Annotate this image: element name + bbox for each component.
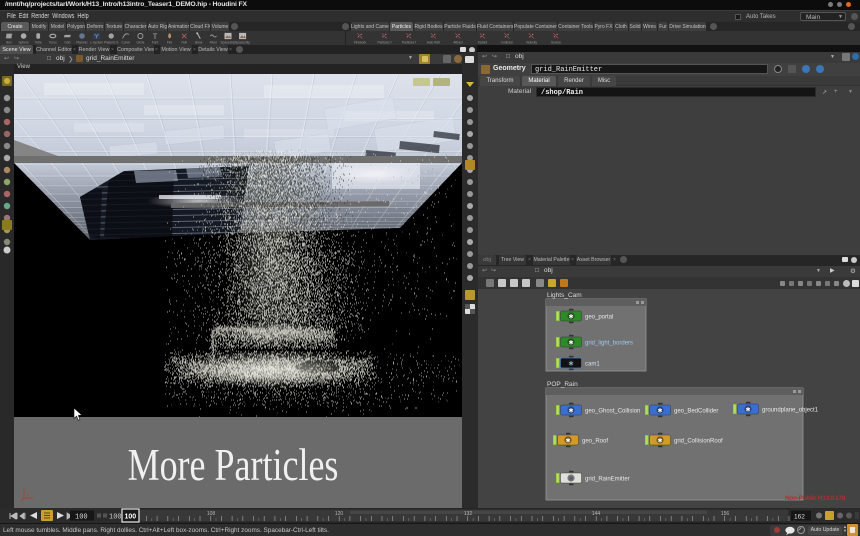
svg-text:Particles f: Particles f bbox=[402, 41, 416, 45]
svg-text:grid_RainEmitter: grid_RainEmitter bbox=[585, 477, 630, 483]
svg-text:Fire: Fire bbox=[167, 41, 173, 45]
svg-text:geo_Ghost_Collision: geo_Ghost_Collision bbox=[585, 409, 640, 415]
svg-text:grid_light_borders: grid_light_borders bbox=[585, 341, 633, 347]
svg-text:cam1: cam1 bbox=[585, 362, 600, 368]
svg-text:Instant: Instant bbox=[478, 41, 488, 45]
svg-text:Spaceship: Spaceship bbox=[235, 41, 250, 45]
svg-text:132: 132 bbox=[464, 511, 473, 517]
svg-text:✱: ✱ bbox=[568, 407, 573, 414]
svg-text:Torus: Torus bbox=[49, 41, 57, 45]
svg-text:Null: Null bbox=[181, 41, 187, 45]
svg-text:Grid: Grid bbox=[64, 41, 70, 45]
svg-text:geo_Roof: geo_Roof bbox=[582, 439, 608, 445]
svg-text:Sphere: Sphere bbox=[18, 41, 29, 45]
svg-text:POP_Rain: POP_Rain bbox=[547, 381, 578, 388]
svg-text:✱: ✱ bbox=[565, 437, 570, 444]
svg-text:Font: Font bbox=[152, 41, 158, 45]
svg-text:✱: ✱ bbox=[745, 406, 750, 413]
svg-text:Attract: Attract bbox=[453, 41, 462, 45]
svg-text:✱: ✱ bbox=[657, 437, 662, 444]
svg-text:✱: ✱ bbox=[568, 360, 573, 367]
svg-text:River: River bbox=[210, 41, 218, 45]
svg-text:geo_BedCollider: geo_BedCollider bbox=[674, 409, 718, 415]
svg-text:156: 156 bbox=[721, 511, 730, 517]
svg-text:162: 162 bbox=[794, 514, 805, 521]
svg-text:Collision: Collision bbox=[501, 41, 513, 45]
svg-text:grid_CollisionRoof: grid_CollisionRoof bbox=[674, 439, 723, 445]
svg-text:geo_portal: geo_portal bbox=[585, 315, 613, 321]
svg-text:Spaceship: Spaceship bbox=[221, 41, 236, 45]
svg-text:More Particles: More Particles bbox=[128, 440, 339, 490]
svg-text:Lights_Cam: Lights_Cam bbox=[547, 292, 582, 299]
svg-text:Tube: Tube bbox=[35, 41, 42, 45]
svg-text:144: 144 bbox=[592, 511, 601, 517]
svg-text:Particles f: Particles f bbox=[378, 41, 392, 45]
svg-text:✱: ✱ bbox=[568, 475, 573, 482]
svg-text:groundplane_object1: groundplane_object1 bbox=[762, 408, 819, 414]
svg-text:Platonic: Platonic bbox=[76, 41, 88, 45]
svg-text:100: 100 bbox=[125, 514, 137, 521]
svg-text:Curve: Curve bbox=[122, 41, 131, 45]
svg-text:Firework: Firework bbox=[354, 41, 367, 45]
svg-text:Velocity: Velocity bbox=[526, 41, 537, 45]
svg-text:Source: Source bbox=[551, 41, 561, 45]
svg-text:Circle: Circle bbox=[136, 41, 144, 45]
svg-text:100: 100 bbox=[75, 514, 88, 522]
svg-text:✱: ✱ bbox=[568, 339, 573, 346]
svg-text:Box: Box bbox=[6, 41, 12, 45]
svg-text:100: 100 bbox=[109, 514, 122, 522]
svg-text:✱: ✱ bbox=[568, 313, 573, 320]
svg-text:✱: ✱ bbox=[657, 407, 662, 414]
svg-text:L-system: L-system bbox=[90, 41, 103, 45]
svg-text:Auto Refr: Auto Refr bbox=[427, 41, 441, 45]
svg-text:120: 120 bbox=[335, 511, 344, 517]
svg-text:108: 108 bbox=[207, 511, 216, 517]
svg-text:Bone: Bone bbox=[195, 41, 203, 45]
svg-text:Platonic S: Platonic S bbox=[104, 41, 118, 45]
